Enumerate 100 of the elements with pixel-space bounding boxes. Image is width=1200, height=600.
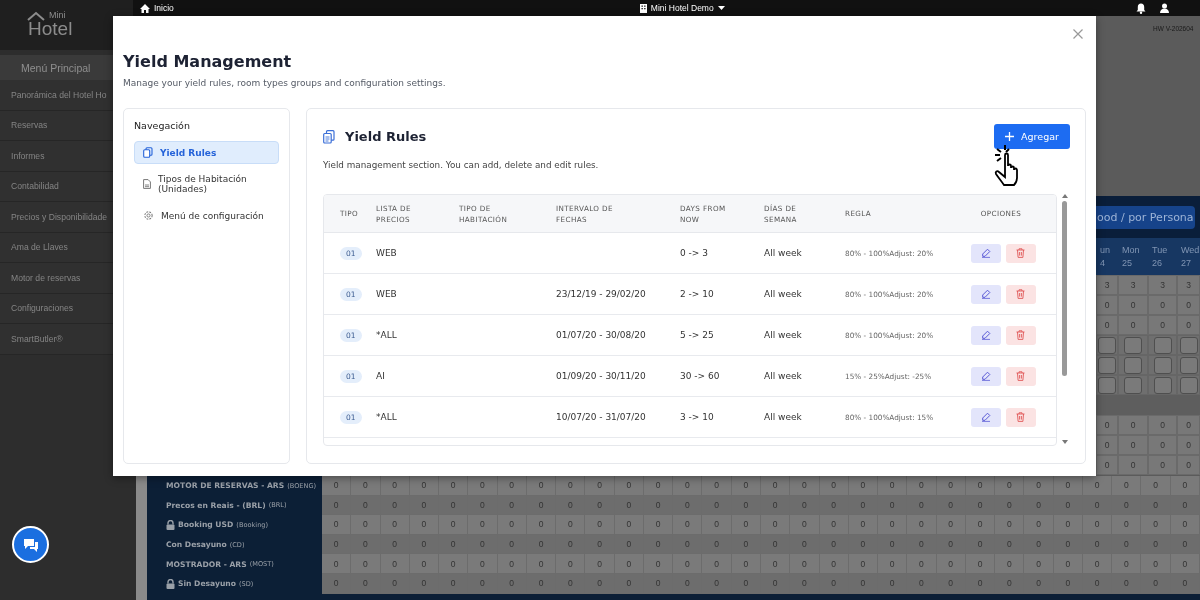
grid-cell: 0: [1118, 455, 1148, 475]
table-cell: All week: [764, 330, 802, 340]
edit-button[interactable]: [970, 243, 1001, 263]
grid-cell: 0: [1118, 295, 1148, 315]
table-cell: 10/07/20 - 31/07/20: [556, 412, 646, 422]
grid-cell: 0: [907, 554, 937, 574]
lock-icon: [166, 578, 175, 589]
grid-cell: 0: [1024, 515, 1054, 535]
rate-mode-button[interactable]: ood / por Persona: [1096, 205, 1195, 229]
input-field[interactable]: [1124, 336, 1142, 354]
grid-cell: 0: [936, 515, 966, 535]
grid-cell: 0: [468, 515, 498, 535]
grid-cell: 0: [1177, 455, 1200, 475]
grid-cell: 0: [351, 554, 381, 574]
grid-cell: 0: [761, 515, 791, 535]
grid-cell: 0: [878, 554, 908, 574]
grid-cell: 0: [1177, 295, 1200, 315]
grid-cell: 0: [1082, 554, 1113, 574]
grid-cell: 0: [614, 554, 644, 574]
add-button[interactable]: Agregar: [994, 124, 1070, 149]
table-cell: WEB: [376, 248, 397, 258]
input-field[interactable]: [1179, 336, 1198, 354]
grid-cell: 0: [819, 554, 849, 574]
nav-item[interactable]: Yield Rules: [134, 141, 279, 164]
edit-button[interactable]: [970, 325, 1001, 345]
grid-cell: 0: [1112, 554, 1142, 574]
delete-button[interactable]: [1005, 366, 1036, 386]
grid-cell: 0: [556, 515, 586, 535]
day-header: Mon 25: [1118, 238, 1148, 275]
section-title: Yield Rules: [345, 129, 427, 144]
home-link[interactable]: Inicio: [140, 3, 174, 13]
grid-cell: 0: [439, 554, 469, 574]
delete-button[interactable]: [1005, 407, 1036, 427]
close-icon[interactable]: [1073, 29, 1083, 39]
grid-cell: 0: [643, 515, 674, 535]
grid-cell: 0: [995, 554, 1025, 574]
delete-button[interactable]: [1005, 284, 1036, 304]
grid-cell: 0: [995, 515, 1025, 535]
input-field[interactable]: [1098, 356, 1116, 374]
input-field[interactable]: [1098, 336, 1116, 354]
grid-cell: 0: [1112, 476, 1142, 496]
chat-button[interactable]: [12, 526, 49, 563]
input-field[interactable]: [1124, 356, 1142, 374]
nav-item[interactable]: Menú de configuración: [134, 204, 279, 227]
table-cell: 01/07/20 - 30/08/20: [556, 330, 646, 340]
input-field[interactable]: [1124, 376, 1142, 394]
home-icon: [140, 3, 150, 13]
grid-cell: 0: [1096, 295, 1118, 315]
grid-cell: 0: [907, 515, 937, 535]
input-field[interactable]: [1179, 356, 1198, 374]
grid-cell: 0: [1148, 315, 1177, 335]
table-cell: 3 -> 10: [680, 412, 714, 422]
grid-cell: 0: [1148, 295, 1177, 315]
trash-icon: [1016, 371, 1025, 381]
scroll-up-icon[interactable]: [1061, 194, 1068, 198]
grid-cell: 3: [1148, 275, 1177, 295]
grid-cell: 0: [1082, 515, 1113, 535]
grid-cell: 3: [1096, 275, 1118, 295]
grid-cell: 0: [673, 554, 703, 574]
input-field[interactable]: [1153, 336, 1172, 354]
copy-icon: [143, 147, 153, 158]
table-cell: 23/12/19 - 29/02/20: [556, 289, 646, 299]
day-header: Tue 26: [1148, 238, 1177, 275]
input-field[interactable]: [1098, 376, 1116, 394]
grid-cell: 0: [1148, 435, 1177, 455]
grid-cell: 0: [1141, 554, 1171, 574]
edit-button[interactable]: [970, 366, 1001, 386]
delete-button[interactable]: [1005, 325, 1036, 345]
delete-button[interactable]: [1005, 243, 1036, 263]
grid-cell: 0: [526, 554, 557, 574]
grid-cell: 0: [1141, 515, 1171, 535]
input-field[interactable]: [1153, 356, 1172, 374]
pencil-icon: [980, 412, 991, 422]
edit-button[interactable]: [970, 284, 1001, 304]
scroll-down-icon[interactable]: [1061, 440, 1068, 444]
grid-cell: 0: [731, 515, 761, 535]
hotel-selector[interactable]: Mini Hotel Demo: [639, 3, 725, 13]
grid-cell: 0: [1177, 415, 1200, 435]
grid-cell: 0: [1096, 435, 1118, 455]
nav-item[interactable]: Tipos de Habitación (Unidades): [134, 168, 279, 200]
grid-cell: 3: [1118, 275, 1148, 295]
input-field[interactable]: [1153, 376, 1172, 394]
grid-cell: 0: [526, 515, 557, 535]
grid-cell: 0: [380, 554, 410, 574]
table-cell: 0 -> 3: [680, 248, 708, 258]
table-cell: All week: [764, 371, 802, 381]
grid-cell: 0: [790, 515, 820, 535]
building-icon: [639, 3, 647, 13]
document-icon: [143, 179, 151, 189]
grid-cell: 0: [1170, 515, 1200, 535]
bell-icon[interactable]: [1135, 2, 1146, 14]
grid-cell: 0: [1024, 554, 1054, 574]
input-field[interactable]: [1179, 376, 1198, 394]
grid-cell: 0: [848, 515, 879, 535]
grid-cell: 0: [468, 554, 498, 574]
edit-button[interactable]: [970, 407, 1001, 427]
grid-cell: 0: [1096, 455, 1118, 475]
user-icon[interactable]: [1159, 3, 1169, 13]
scrollbar-thumb[interactable]: [1062, 201, 1067, 376]
table-cell: All week: [764, 289, 802, 299]
